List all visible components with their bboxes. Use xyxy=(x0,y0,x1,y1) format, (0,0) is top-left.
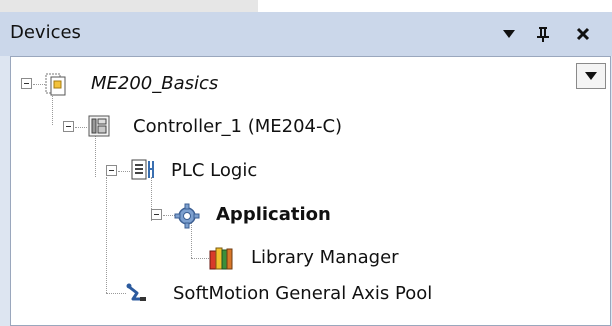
triangle-down-icon xyxy=(585,72,597,80)
tree-connector xyxy=(106,177,107,293)
close-icon xyxy=(576,27,590,41)
tree-node-label[interactable]: PLC Logic xyxy=(171,160,257,181)
pin-button[interactable] xyxy=(530,18,556,50)
device-tree: ME200_Basics Controller_1 (ME204-C) PLC … xyxy=(10,56,611,326)
tree-connector xyxy=(95,133,96,177)
dropdown-menu-button[interactable] xyxy=(496,18,522,50)
tree-dropdown-button[interactable] xyxy=(576,63,606,89)
tree-connector xyxy=(75,127,87,128)
cut-off-header-strip xyxy=(0,0,612,12)
library-books-icon xyxy=(209,247,233,270)
collapse-toggle[interactable] xyxy=(151,209,162,220)
tree-node-label[interactable]: ME200_Basics xyxy=(91,73,218,94)
plc-logic-icon xyxy=(131,159,154,180)
tree-node-label[interactable]: Application xyxy=(216,204,331,225)
tree-node-label[interactable]: Controller_1 (ME204-C) xyxy=(133,116,342,137)
pin-icon xyxy=(537,27,549,42)
tree-connector xyxy=(191,258,209,259)
panel-title: Devices xyxy=(10,22,81,43)
cut-off-tab xyxy=(0,0,258,12)
triangle-down-icon xyxy=(503,30,515,38)
tree-connector xyxy=(33,84,45,85)
devices-panel: Devices ME200_Basics Controller_1 (ME204… xyxy=(0,12,612,326)
collapse-toggle[interactable] xyxy=(21,78,32,89)
collapse-toggle[interactable] xyxy=(63,121,74,132)
close-button[interactable] xyxy=(570,18,596,50)
gear-icon xyxy=(174,203,200,229)
tree-connector xyxy=(118,171,130,172)
tree-node-label[interactable]: SoftMotion General Axis Pool xyxy=(173,283,432,304)
axis-pool-icon xyxy=(126,283,146,301)
tree-node-label[interactable]: Library Manager xyxy=(251,247,399,268)
collapse-toggle[interactable] xyxy=(106,165,117,176)
tree-connector xyxy=(106,293,126,294)
controller-icon xyxy=(88,115,110,137)
panel-titlebar: Devices xyxy=(0,12,612,56)
project-icon xyxy=(45,73,66,96)
